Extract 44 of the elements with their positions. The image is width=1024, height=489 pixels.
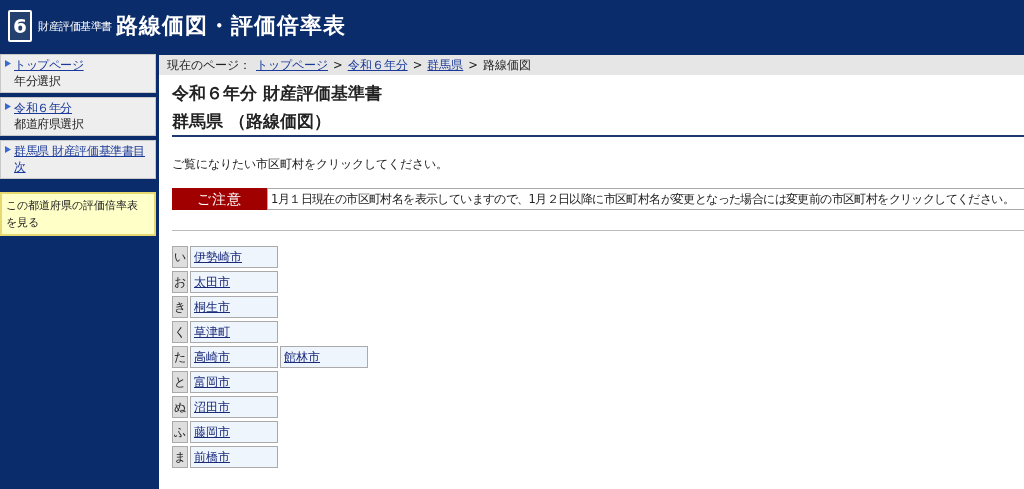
kana-label: た	[172, 346, 188, 368]
triangle-icon	[5, 103, 11, 110]
sidebar-caption: 年分選択	[14, 73, 62, 89]
kana-label: ぬ	[172, 396, 188, 418]
city-link[interactable]: 藤岡市	[190, 421, 278, 443]
city-link[interactable]: 高崎市	[190, 346, 278, 368]
breadcrumb-link[interactable]: 群馬県	[427, 57, 464, 73]
city-link[interactable]: 伊勢崎市	[190, 246, 278, 268]
notice-text: 1月１日現在の市区町村名を表示していますので、1月２日以降に市区町村名が変更となった場合には変更前の市区町村をクリックしてください。	[267, 188, 1024, 210]
city-link[interactable]: 桐生市	[190, 296, 278, 318]
kana-label: お	[172, 271, 188, 293]
site-title: 路線価図・評価倍率表	[115, 12, 346, 40]
sidebar-link[interactable]: 令和６年分	[14, 100, 155, 116]
kana-label: ふ	[172, 421, 188, 443]
site-subtitle: 財産評価基準書	[38, 18, 112, 34]
triangle-icon	[5, 146, 11, 153]
sidebar-caption: 都道府県選択	[14, 116, 85, 132]
kana-label: い	[172, 246, 188, 268]
city-link[interactable]: 沼田市	[190, 396, 278, 418]
breadcrumb-link[interactable]: 令和６年分	[347, 57, 408, 73]
breadcrumb-separator: >	[412, 58, 423, 72]
kana-label: と	[172, 371, 188, 393]
kana-label: ま	[172, 446, 188, 468]
sidebar-link[interactable]: トップページ	[14, 57, 155, 73]
triangle-icon	[5, 60, 11, 67]
breadcrumb-label: 現在のページ：	[167, 57, 251, 73]
city-link[interactable]: 草津町	[190, 321, 278, 343]
breadcrumb-separator: >	[468, 58, 478, 72]
kana-label: く	[172, 321, 188, 343]
breadcrumb-separator: >	[333, 58, 343, 72]
page-heading: 令和６年分 財産評価基準書	[172, 82, 383, 105]
city-link[interactable]: 太田市	[190, 271, 278, 293]
sidebar-link[interactable]: 群馬県 財産評価基準書目次	[14, 143, 155, 175]
multiplier-table-link[interactable]: この都道府県の評価倍率表を見る	[0, 192, 156, 236]
city-link[interactable]: 館林市	[280, 346, 368, 368]
notice-label: ご注意	[172, 188, 267, 210]
kana-label: き	[172, 296, 188, 318]
city-link[interactable]: 富岡市	[190, 371, 278, 393]
page-subheading: 群馬県 （路線価図）	[172, 110, 332, 133]
instruction-text: ご覧になりたい市区町村をクリックしてください。	[172, 156, 449, 173]
city-link[interactable]: 前橋市	[190, 446, 278, 468]
breadcrumb-current: 路線価図	[482, 57, 531, 73]
breadcrumb-link[interactable]: トップページ	[256, 57, 328, 73]
logo-badge: 6	[8, 10, 32, 42]
